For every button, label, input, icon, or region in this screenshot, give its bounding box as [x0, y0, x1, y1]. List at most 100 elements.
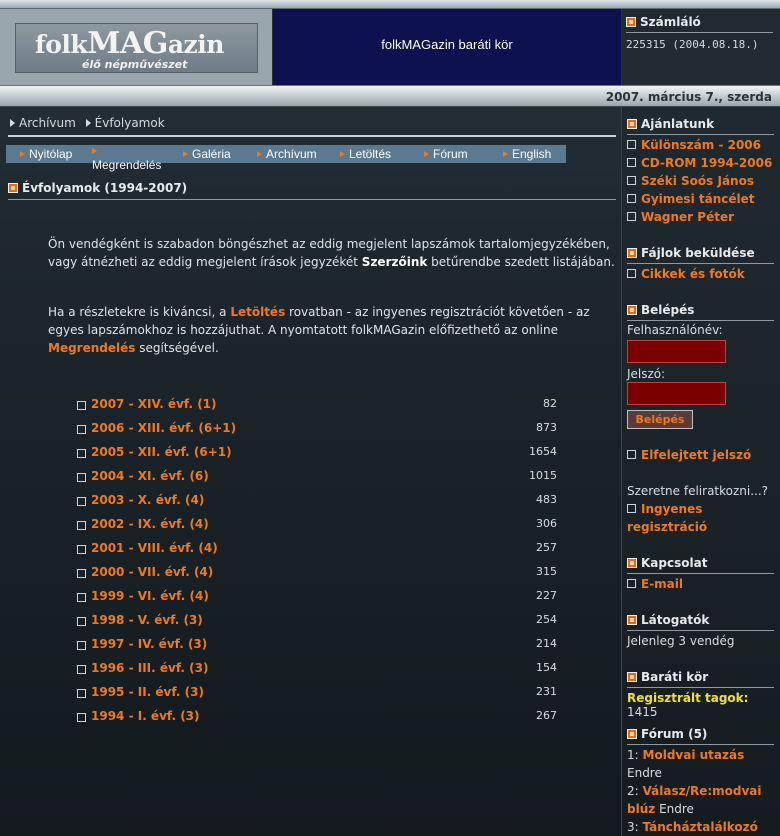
sidebar-item-recommend[interactable]: Wagner Péter — [627, 210, 734, 224]
checkbox-bullet-icon — [77, 569, 86, 578]
sidebar-item-recommend[interactable]: Különszám - 2006 — [627, 138, 761, 152]
volume-row: 2000 - VII. évf. (4) 315 — [77, 565, 557, 585]
volume-link[interactable]: 2002 - IX. évf. (4) — [91, 517, 209, 531]
volume-row: 2004 - XI. évf. (6) 1015 — [77, 469, 557, 489]
volume-link[interactable]: 2003 - X. évf. (4) — [91, 493, 204, 507]
divider — [627, 744, 774, 745]
nav-forum[interactable]: Fórum — [424, 147, 468, 161]
volume-count: 267 — [536, 709, 557, 722]
volume-row: 1999 - VI. évf. (4) 227 — [77, 589, 557, 609]
sidebar-item-recommend[interactable]: CD-ROM 1994-2006 — [627, 156, 772, 170]
checkbox-bullet-icon — [627, 212, 636, 221]
checkbox-bullet-icon — [77, 665, 86, 674]
counter-value: 225315 (2004.08.18.) — [626, 38, 759, 51]
volume-row: 2003 - X. évf. (4) 483 — [77, 493, 557, 513]
divider — [8, 135, 616, 137]
checkbox-bullet-icon — [77, 617, 86, 626]
nav-archive[interactable]: Archívum — [257, 147, 317, 161]
volume-row: 1994 - I. évf. (3) 267 — [77, 709, 557, 729]
top-strip — [0, 0, 780, 9]
volume-link[interactable]: 2007 - XIV. évf. (1) — [91, 397, 217, 411]
nav-order[interactable]: Megrendelés — [92, 144, 161, 172]
forum-topic-link[interactable]: Táncháztalálkozó — [643, 820, 758, 834]
site-logo[interactable]: folkMAGazin élő népművészet — [15, 23, 258, 73]
forum-author: Endre — [627, 766, 662, 780]
chevron-right-icon — [10, 119, 15, 127]
volume-link[interactable]: 1995 - II. évf. (3) — [91, 685, 204, 699]
volume-link[interactable]: 2004 - XI. évf. (6) — [91, 469, 209, 483]
arrow-icon — [503, 151, 508, 157]
download-link[interactable]: Letöltés — [230, 305, 285, 319]
arrow-icon — [20, 151, 25, 157]
volume-link[interactable]: 1994 - I. évf. (3) — [91, 709, 200, 723]
volume-link[interactable]: 2005 - XII. évf. (6+1) — [91, 445, 232, 459]
volume-link[interactable]: 1998 - V. évf. (3) — [91, 613, 203, 627]
forum-topic-link[interactable]: Moldvai utazás — [643, 748, 745, 762]
checkbox-bullet-icon — [77, 545, 86, 554]
email-link[interactable]: E-mail — [627, 577, 683, 591]
logo-title: folkMAGazin — [35, 26, 224, 61]
sidebar-item-recommend[interactable]: Gyimesi táncélet — [627, 192, 754, 206]
upload-title: Fájlok beküldése — [627, 246, 755, 260]
volume-row: 1995 - II. évf. (3) 231 — [77, 685, 557, 705]
checkbox-bullet-icon — [77, 641, 86, 650]
username-field[interactable] — [627, 340, 726, 363]
checkbox-bullet-icon — [627, 158, 636, 167]
volume-count: 257 — [536, 541, 557, 554]
checkbox-bullet-icon — [77, 473, 86, 482]
checkbox-bullet-icon — [77, 713, 86, 722]
divider — [627, 134, 774, 135]
volume-count: 254 — [536, 613, 557, 626]
forum-item: 1: Moldvai utazás — [627, 748, 745, 762]
forgot-password-link[interactable]: Elfelejtett jelszó — [627, 448, 751, 462]
divider — [627, 320, 774, 321]
square-bullet-icon — [8, 183, 18, 193]
nav-bar: Nyitólap Megrendelés Galéria Archívum Le… — [6, 145, 566, 172]
authors-link[interactable]: Szerzőink — [362, 255, 428, 269]
sidebar-item-recommend[interactable]: Széki Soós János — [627, 174, 754, 188]
breadcrumb-volumes[interactable]: Évfolyamok — [95, 116, 165, 130]
volume-link[interactable]: 2000 - VII. évf. (4) — [91, 565, 213, 579]
volume-link[interactable]: 1996 - III. évf. (3) — [91, 661, 208, 675]
volume-row: 2005 - XII. évf. (6+1) 1654 — [77, 445, 557, 465]
divider — [626, 32, 773, 33]
checkbox-bullet-icon — [627, 194, 636, 203]
login-title: Belépés — [627, 303, 694, 317]
forum-item-continued: blúz Endre — [627, 802, 694, 816]
visitors-title: Látogatók — [627, 613, 709, 627]
forum-topic-link[interactable]: Válasz/Re:modvai — [643, 784, 762, 798]
volume-link[interactable]: 2006 - XIII. évf. (6+1) — [91, 421, 236, 435]
banner: folkMAGazin baráti kör — [273, 9, 622, 85]
username-label: Felhasználónév: — [627, 323, 723, 337]
subscribe-prompt: Szeretne feliratkozni...? — [627, 484, 769, 498]
nav-home[interactable]: Nyitólap — [20, 147, 72, 161]
volume-row: 1997 - IV. évf. (3) 214 — [77, 637, 557, 657]
order-link[interactable]: Megrendelés — [48, 341, 135, 355]
main-content: Archívum Évfolyamok Nyitólap Megrendelés… — [0, 107, 622, 836]
password-field[interactable] — [627, 382, 726, 405]
volume-count: 227 — [536, 589, 557, 602]
logo-subtitle: élő népművészet — [82, 58, 188, 71]
upload-link[interactable]: Cikkek és fotók — [627, 267, 745, 281]
login-button[interactable]: Belépés — [627, 410, 693, 429]
volume-link[interactable]: 1999 - VI. évf. (4) — [91, 589, 209, 603]
volume-link[interactable]: 2001 - VIII. évf. (4) — [91, 541, 218, 555]
volume-link[interactable]: 1997 - IV. évf. (3) — [91, 637, 207, 651]
volume-row: 2001 - VIII. évf. (4) 257 — [77, 541, 557, 561]
volume-count: 306 — [536, 517, 557, 530]
volume-row: 2002 - IX. évf. (4) 306 — [77, 517, 557, 537]
friends-title: Baráti kör — [627, 670, 708, 684]
date-bar: 2007. március 7., szerda — [0, 85, 780, 107]
register-link[interactable]: Ingyenes — [627, 502, 702, 516]
nav-english[interactable]: English — [503, 147, 551, 161]
breadcrumb-archive[interactable]: Archívum — [19, 116, 76, 130]
forum-title: Fórum (5) — [627, 727, 707, 741]
forum-topic-link[interactable]: blúz — [627, 802, 655, 816]
divider — [8, 199, 616, 200]
nav-gallery[interactable]: Galéria — [183, 147, 231, 161]
divider — [627, 630, 774, 631]
volume-row: 2007 - XIV. évf. (1) 82 — [77, 397, 557, 417]
chevron-right-icon — [85, 119, 91, 127]
nav-download[interactable]: Letöltés — [340, 147, 391, 161]
register-link-continued[interactable]: regisztráció — [627, 520, 707, 534]
